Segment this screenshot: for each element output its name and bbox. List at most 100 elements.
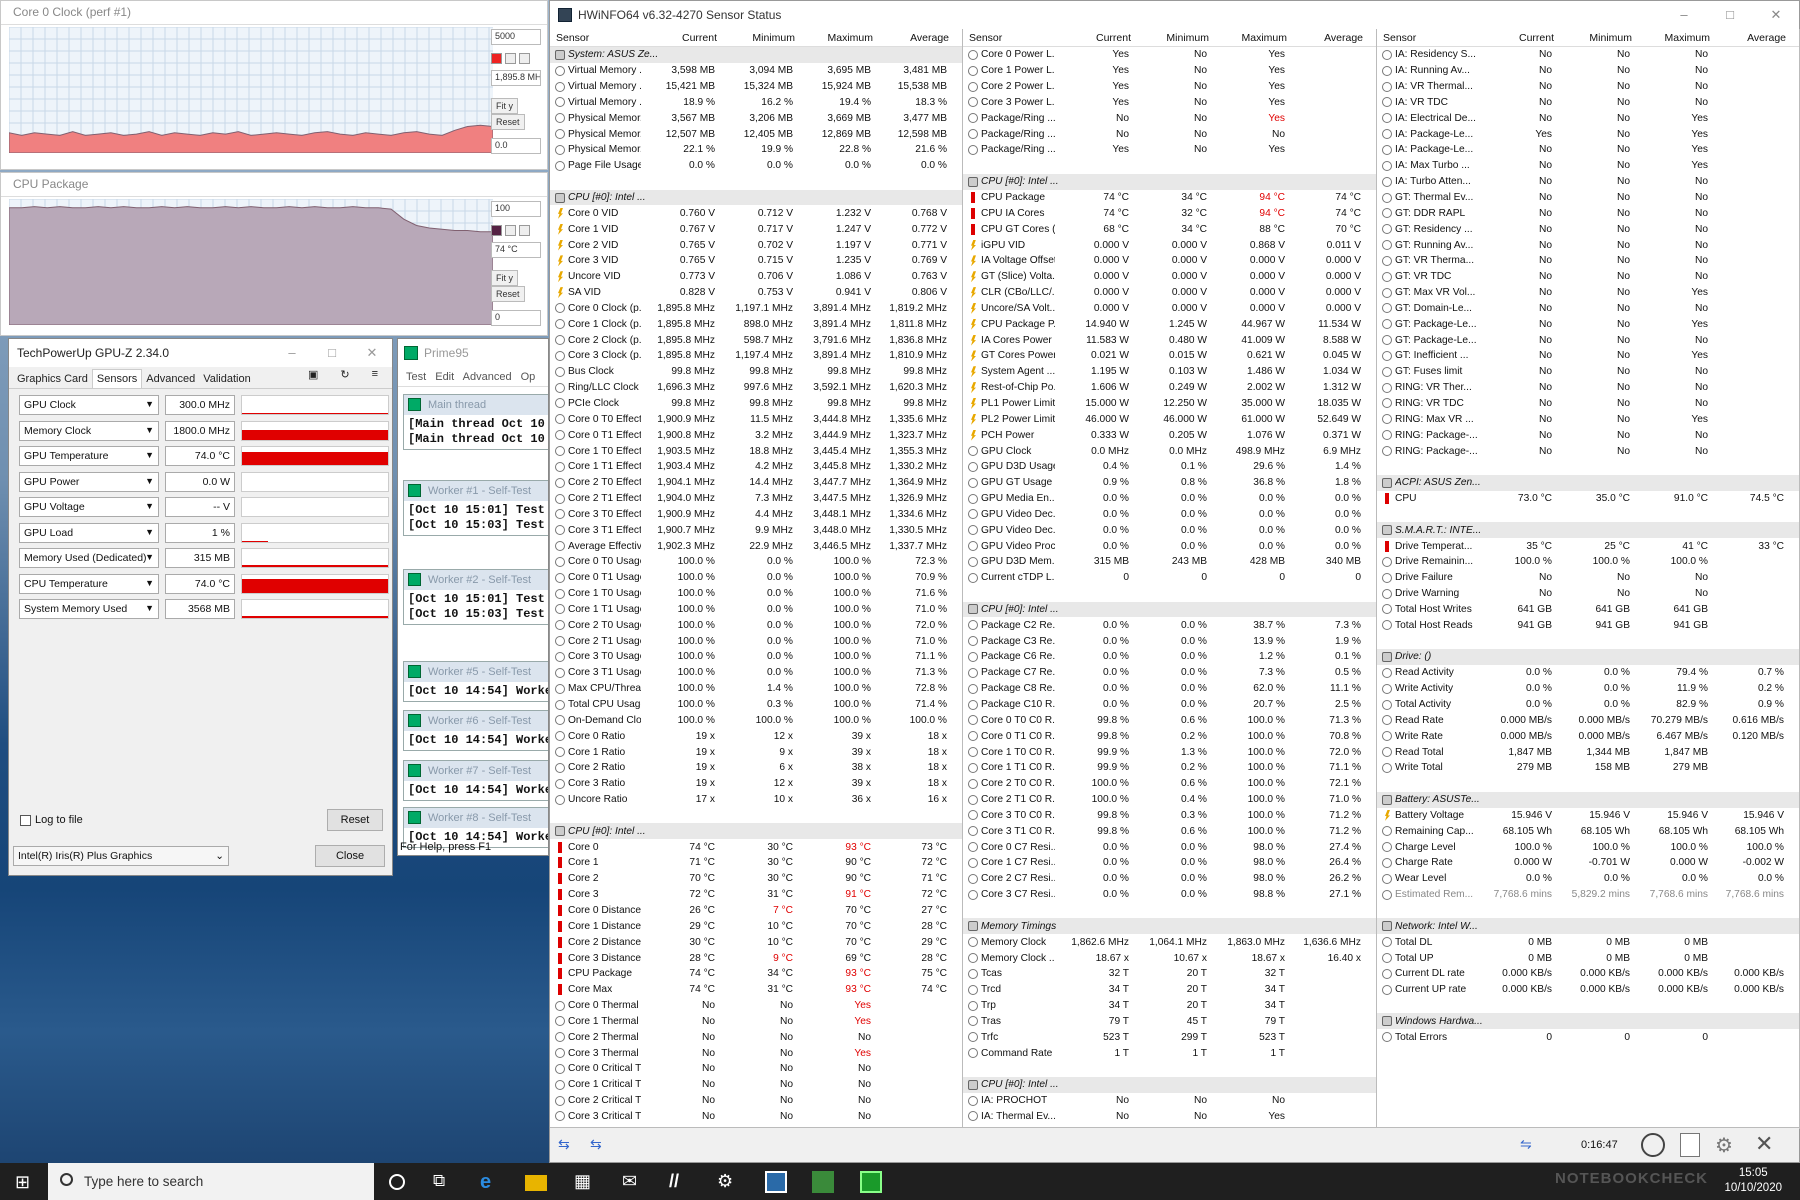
sensor-row[interactable]: Tras 79 T 45 T 79 T [963, 1013, 1376, 1029]
sensor-row[interactable]: Physical Memor... 22.1 % 19.9 % 22.8 % 21.6 … [550, 142, 962, 158]
sensor-row[interactable]: Core 2 T0 Effect... 1,904.1 MHz 14.4 MHz 3,… [550, 475, 962, 491]
sensor-row[interactable]: Core 2 Thermal ... No No No [550, 1029, 962, 1045]
sensor-row[interactable]: Core 2 Distance... 30 °C 10 °C 70 °C 29 °C [550, 934, 962, 950]
sensor-row[interactable]: Package C3 Re... 0.0 % 0.0 % 13.9 % 1.9 % [963, 633, 1376, 649]
sensor-row[interactable]: RING: Package-... No No No [1377, 427, 1799, 443]
close-icon[interactable]: ✕ [1753, 7, 1799, 23]
header-average[interactable]: Average [1716, 32, 1792, 44]
sensor-name-select[interactable]: GPU Clock ▼ [19, 395, 159, 415]
sensor-row[interactable]: Core 1 T0 Usage 100.0 % 0.0 % 100.0 % 71.6 % [550, 586, 962, 602]
sensor-row[interactable]: RING: Package-... No No No [1377, 443, 1799, 459]
sensor-row[interactable]: CPU Package 74 °C 34 °C 93 °C 75 °C [550, 966, 962, 982]
gpuz-titlebar[interactable]: TechPowerUp GPU-Z 2.34.0 – □ ✕ [9, 339, 392, 367]
maximize-icon[interactable]: □ [312, 345, 352, 361]
sensor-row[interactable]: Core 1 T0 C0 R... 99.9 % 1.3 % 100.0 % 72.0 … [963, 744, 1376, 760]
sensor-row[interactable]: Core 3 VID 0.765 V 0.715 V 1.235 V 0.769 V [550, 253, 962, 269]
tab-validation[interactable]: Validation [199, 370, 255, 388]
sensor-group-header[interactable]: CPU [#0]: Intel ... [550, 823, 962, 840]
gear-icon[interactable]: ⚙ [1715, 1133, 1733, 1158]
sensor-row[interactable]: GT: Package-Le... No No Yes [1377, 316, 1799, 332]
header-average[interactable]: Average [879, 32, 955, 44]
sensor-row[interactable]: PL1 Power Limit 15.000 W 12.250 W 35.000 W 1… [963, 396, 1376, 412]
sensor-row[interactable]: Core 0 Distance... 26 °C 7 °C 70 °C 27 °C [550, 903, 962, 919]
header-sensor[interactable]: Sensor [550, 32, 643, 44]
sensor-row[interactable]: Core 3 Distance... 28 °C 9 °C 69 °C 28 °C [550, 950, 962, 966]
sensor-row[interactable]: Core 3 T0 Effect... 1,900.9 MHz 4.4 MHz 3,4… [550, 506, 962, 522]
sensor-row[interactable]: GPU Media En... 0.0 % 0.0 % 0.0 % 0.0 % [963, 491, 1376, 507]
sensor-row[interactable]: GT: VR TDC No No No [1377, 269, 1799, 285]
sensor-row[interactable]: Core 2 T1 Effect... 1,904.0 MHz 7.3 MHz 3,4… [550, 491, 962, 507]
sensor-row[interactable]: Drive Failure No No No [1377, 570, 1799, 586]
sensor-row[interactable]: Physical Memor... 12,507 MB 12,405 MB 12,86… [550, 126, 962, 142]
close-icon[interactable]: ✕ [1755, 1131, 1773, 1157]
sensor-row[interactable]: Package C8 Re... 0.0 % 0.0 % 62.0 % 11.1 % [963, 681, 1376, 697]
sensor-row[interactable]: Current cTDP L... 0 0 0 0 [963, 570, 1376, 586]
sensor-row[interactable]: Physical Memor... 3,567 MB 3,206 MB 3,669 M… [550, 110, 962, 126]
sensor-row[interactable]: Core 0 T0 Effect... 1,900.9 MHz 11.5 MHz 3,… [550, 411, 962, 427]
sensor-row[interactable]: GT Cores Power 0.021 W 0.015 W 0.621 W 0.045… [963, 348, 1376, 364]
sensor-row[interactable]: GT: Thermal Ev... No No No [1377, 190, 1799, 206]
app-icon[interactable]: // [669, 1171, 691, 1193]
search-box[interactable]: Type here to search [48, 1163, 374, 1200]
edge-icon[interactable]: e [480, 1171, 502, 1193]
maximize-icon[interactable]: □ [1707, 7, 1753, 23]
nav-arrows-icon[interactable]: ⇆ [590, 1136, 602, 1153]
hwinfo-taskbar-icon[interactable] [765, 1171, 787, 1193]
sensor-group-header[interactable]: S.M.A.R.T.: INTE... [1377, 522, 1799, 539]
sensor-row[interactable]: GT: Fuses limit No No No [1377, 364, 1799, 380]
sensor-row[interactable]: Charge Level 100.0 % 100.0 % 100.0 % 100.0 % [1377, 839, 1799, 855]
sensor-row[interactable]: Core 0 T0 Usage 100.0 % 0.0 % 100.0 % 72.3 % [550, 554, 962, 570]
sensor-row[interactable]: GPU Video Dec... 0.0 % 0.0 % 0.0 % 0.0 % [963, 506, 1376, 522]
sensor-row[interactable]: IA: Electrical De... No No Yes [1377, 110, 1799, 126]
prime95-taskbar-icon[interactable] [860, 1171, 882, 1193]
sensor-row[interactable]: Total UP 0 MB 0 MB 0 MB [1377, 950, 1799, 966]
sensor-row[interactable]: Package/Ring ... No No No [963, 126, 1376, 142]
sensor-row[interactable]: RING: VR Ther... No No No [1377, 380, 1799, 396]
mail-icon[interactable]: ✉ [622, 1171, 644, 1193]
sensor-row[interactable]: Virtual Memory ... 15,421 MB 15,324 MB 15,9… [550, 79, 962, 95]
sensor-row[interactable]: Core 3 T1 C0 R... 99.8 % 0.6 % 100.0 % 71.2 … [963, 823, 1376, 839]
sensor-row[interactable]: Core 2 VID 0.765 V 0.702 V 1.197 V 0.771 V [550, 237, 962, 253]
sensor-row[interactable]: System Agent ... 1.195 W 0.103 W 1.486 W 1.0… [963, 364, 1376, 380]
sensor-group-header[interactable]: CPU [#0]: Intel ... [550, 189, 962, 206]
sensor-row[interactable]: Write Activity 0.0 % 0.0 % 11.9 % 0.2 % [1377, 681, 1799, 697]
sensor-row[interactable]: Core 3 Power L... Yes No Yes [963, 95, 1376, 111]
sensor-row[interactable]: GT: Running Av... No No No [1377, 237, 1799, 253]
sensor-row[interactable]: RING: VR TDC No No No [1377, 396, 1799, 412]
sensor-row[interactable]: Core 2 Clock (p... 1,895.8 MHz 598.7 MHz 3,… [550, 332, 962, 348]
sensor-row[interactable]: Core 0 T0 C0 R... 99.8 % 0.6 % 100.0 % 71.3 … [963, 712, 1376, 728]
sensor-row[interactable]: GPU Video Proc... 0.0 % 0.0 % 0.0 % 0.0 % [963, 538, 1376, 554]
windows-start-icon[interactable]: ⊞ [15, 1172, 30, 1193]
sensor-row[interactable]: Core 3 T0 Usage 100.0 % 0.0 % 100.0 % 71.1 % [550, 649, 962, 665]
gpuz-close-button[interactable]: Close [315, 845, 385, 867]
sensor-row[interactable]: Current DL rate 0.000 KB/s 0.000 KB/s 0.000… [1377, 966, 1799, 982]
sensor-row[interactable]: IA: Turbo Atten... No No No [1377, 174, 1799, 190]
header-average[interactable]: Average [1293, 32, 1369, 44]
sensor-row[interactable]: Core 0 VID 0.760 V 0.712 V 1.232 V 0.768 V [550, 205, 962, 221]
fit-y-button[interactable]: Fit y [491, 98, 518, 114]
sensor-group-header[interactable]: Drive: () [1377, 649, 1799, 665]
sensor-row[interactable]: Write Total 279 MB 158 MB 279 MB [1377, 760, 1799, 776]
sensor-row[interactable]: Uncore Ratio 17 x 10 x 36 x 16 x [550, 792, 962, 808]
sensor-row[interactable]: Remaining Cap... 68.105 Wh 68.105 Wh 68.105… [1377, 823, 1799, 839]
sensor-group-header[interactable]: Memory Timings [963, 918, 1376, 935]
sensor-row[interactable]: Total Errors 0 0 0 [1377, 1029, 1799, 1045]
sensor-row[interactable]: Read Rate 0.000 MB/s 0.000 MB/s 70.279 MB/s… [1377, 712, 1799, 728]
network-icon[interactable]: ⇋ [1520, 1136, 1532, 1153]
log-to-file-checkbox[interactable]: Log to file [20, 814, 83, 826]
header-maximum[interactable]: Maximum [1215, 32, 1293, 44]
sensor-row[interactable]: Package C7 Re... 0.0 % 0.0 % 7.3 % 0.5 % [963, 665, 1376, 681]
prime95-subwindow[interactable]: Worker #7 - Self-Test [Oct 10 14:54] Work… [403, 760, 548, 801]
sensor-row[interactable]: GPU GT Usage 0.9 % 0.8 % 36.8 % 1.8 % [963, 475, 1376, 491]
sensor-row[interactable]: Uncore VID 0.773 V 0.706 V 1.086 V 0.763 V [550, 269, 962, 285]
store-icon[interactable]: ▦ [574, 1171, 596, 1193]
sensor-name-select[interactable]: CPU Temperature ▼ [19, 573, 159, 594]
sensor-row[interactable]: Trcd 34 T 20 T 34 T [963, 982, 1376, 998]
sensor-row[interactable]: GPU Clock 0.0 MHz 0.0 MHz 498.9 MHz 6.9 MHz [963, 443, 1376, 459]
sensor-row[interactable]: Core 3 Ratio 19 x 12 x 39 x 18 x [550, 776, 962, 792]
sensor-row[interactable]: Drive Temperat... 35 °C 25 °C 41 °C 33 °C [1377, 538, 1799, 554]
prime95-subwindow[interactable]: Worker #2 - Self-Test [Oct 10 15:01] Test… [403, 569, 548, 625]
sensor-row[interactable]: Trfc 523 T 299 T 523 T [963, 1029, 1376, 1045]
sensor-row[interactable]: GPU D3D Mem... 315 MB 243 MB 428 MB 340 MB [963, 554, 1376, 570]
prime95-subwindow[interactable]: Worker #5 - Self-Test [Oct 10 14:54] Work… [403, 661, 548, 702]
